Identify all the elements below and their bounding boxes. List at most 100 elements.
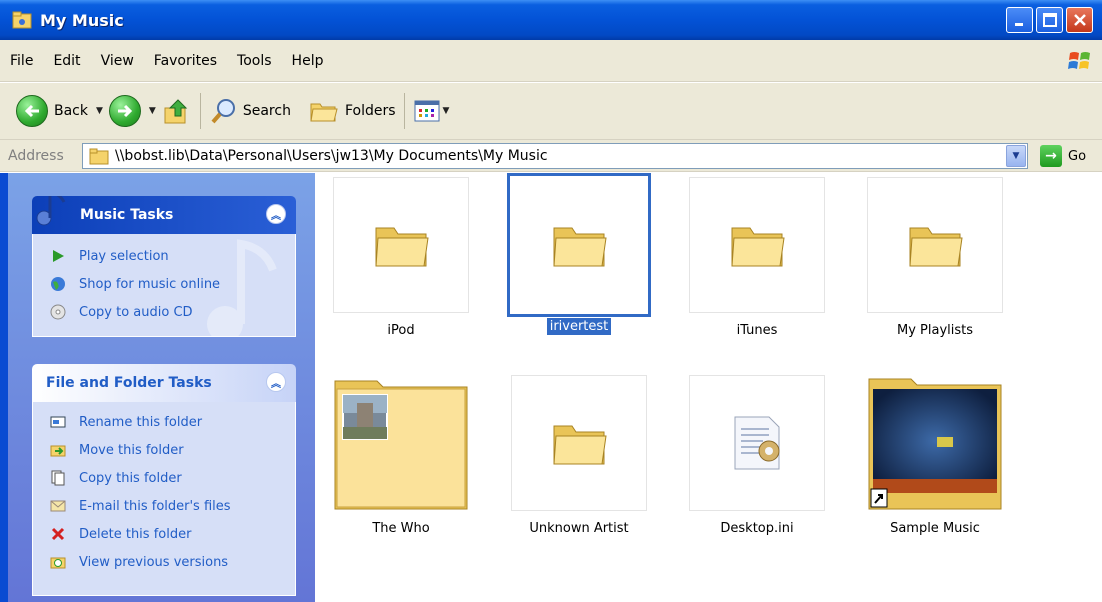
menu-view[interactable]: View [101,53,134,69]
forward-button[interactable] [108,91,141,131]
folder-tasks-header[interactable]: File and Folder Tasks ︽ [32,364,296,402]
item-label: Unknown Artist [529,521,629,536]
search-icon [211,99,235,124]
cd-icon [49,303,67,321]
menu-favorites[interactable]: Favorites [154,53,217,69]
address-input[interactable]: \\bobst.lib\Data\Personal\Users\jw13\My … [82,143,1028,169]
folder-icon [553,227,607,267]
window-border [0,173,8,602]
menu-help[interactable]: Help [292,53,324,69]
folder-icon [731,227,785,267]
delete-folder-link[interactable]: Delete this folder [49,520,295,548]
music-tasks-header[interactable]: Music Tasks ︽ [32,196,296,234]
menu-file[interactable]: File [10,53,33,69]
search-button[interactable]: Search [209,91,291,131]
collapse-chevron-icon[interactable]: ︽ [266,204,286,224]
shortcut-item[interactable]: Sample Music [867,375,1003,536]
maximize-button[interactable] [1036,7,1063,33]
folder-photo-thumbnail [333,375,469,511]
close-button[interactable] [1066,7,1093,33]
toolbar-separator [403,93,405,129]
rename-icon [49,413,67,431]
settings-file-icon [734,416,780,470]
rename-folder-link[interactable]: Rename this folder [49,408,295,436]
back-button[interactable]: Back [16,91,88,131]
item-label: The Who [372,521,430,536]
folders-icon [310,103,338,122]
task-label: Move this folder [79,442,184,458]
address-label: Address [8,147,64,164]
file-item[interactable]: Desktop.ini [689,375,825,536]
toolbar: Back ▼ ▼ Search Folders ▼ [0,83,1102,140]
address-dropdown-icon[interactable]: ▼ [1006,145,1026,167]
folder-thumbnail [333,177,469,313]
folder-tasks-title: File and Folder Tasks [46,375,212,391]
menu-bar: File Edit View Favorites Tools Help [0,40,1102,82]
task-label: Copy this folder [79,470,182,486]
title-bar: My Music [0,0,1102,40]
previous-versions-icon [49,553,67,571]
move-folder-icon [49,441,67,459]
menu-edit[interactable]: Edit [53,53,80,69]
globe-icon [49,275,67,293]
address-bar: Address \\bobst.lib\Data\Personal\Users\… [0,140,1102,172]
copy-icon [49,469,67,487]
folder-item[interactable]: Unknown Artist [511,375,647,536]
item-label: My Playlists [896,323,974,338]
large-folder-icon [334,380,468,510]
folder-item-selected[interactable]: irivertest [507,173,651,335]
forward-arrow-icon [108,95,141,127]
task-label: Play selection [79,248,169,264]
delete-x-icon [49,525,67,543]
file-thumbnail [689,375,825,511]
folders-label: Folders [344,103,396,119]
collapse-chevron-icon[interactable]: ︽ [266,372,286,392]
copy-folder-link[interactable]: Copy this folder [49,464,295,492]
up-folder-button[interactable] [162,91,192,131]
go-arrow-icon: → [1040,145,1062,167]
task-label: Delete this folder [79,526,192,542]
folder-thumbnail [507,173,651,317]
folder-thumbnail [867,177,1003,313]
folder-item[interactable]: iPod [333,177,469,338]
file-view: iPod irivertest iTunes My Playlists The … [315,173,1102,602]
folder-item[interactable]: The Who [333,375,469,536]
views-dropdown-icon: ▼ [442,106,450,116]
music-note-watermark-icon [207,239,277,337]
folder-item[interactable]: iTunes [689,177,825,338]
folders-button[interactable]: Folders [309,91,396,131]
go-button[interactable]: → Go [1040,145,1086,167]
folder-tasks-panel: File and Folder Tasks ︽ Rename this fold… [32,364,296,596]
forward-dropdown-icon[interactable]: ▼ [149,106,156,116]
email-folder-link[interactable]: E-mail this folder's files [49,492,295,520]
move-folder-link[interactable]: Move this folder [49,436,295,464]
previous-versions-link[interactable]: View previous versions [49,548,295,576]
folder-item[interactable]: My Playlists [867,177,1003,338]
views-button[interactable]: ▼ [413,91,456,131]
back-dropdown-icon[interactable]: ▼ [96,106,103,116]
item-label: iTunes [736,323,778,338]
folder-icon [375,227,429,267]
minimize-button[interactable] [1006,7,1033,33]
menu-tools[interactable]: Tools [237,53,272,69]
music-tasks-body: Play selection Shop for music online Cop… [32,234,296,337]
folder-thumbnail [511,375,647,511]
email-icon [49,497,67,515]
window-title: My Music [40,10,124,30]
task-label: Copy to audio CD [79,304,193,320]
music-tasks-title: Music Tasks [80,207,174,223]
play-icon [49,247,67,265]
folder-icon [909,227,963,267]
folder-album-thumbnail [867,375,1003,511]
folder-tasks-body: Rename this folder Move this folder Copy… [32,402,296,596]
go-label: Go [1068,148,1087,164]
item-label: Sample Music [890,521,980,536]
back-label: Back [54,103,88,119]
task-label: View previous versions [79,554,229,570]
folder-icon [89,148,109,165]
folder-music-icon [12,11,32,29]
music-tasks-panel: Music Tasks ︽ Play selection Shop for mu… [32,196,296,337]
item-label: Desktop.ini [720,521,794,536]
task-label: Rename this folder [79,414,203,430]
item-label: irivertest [546,318,612,335]
